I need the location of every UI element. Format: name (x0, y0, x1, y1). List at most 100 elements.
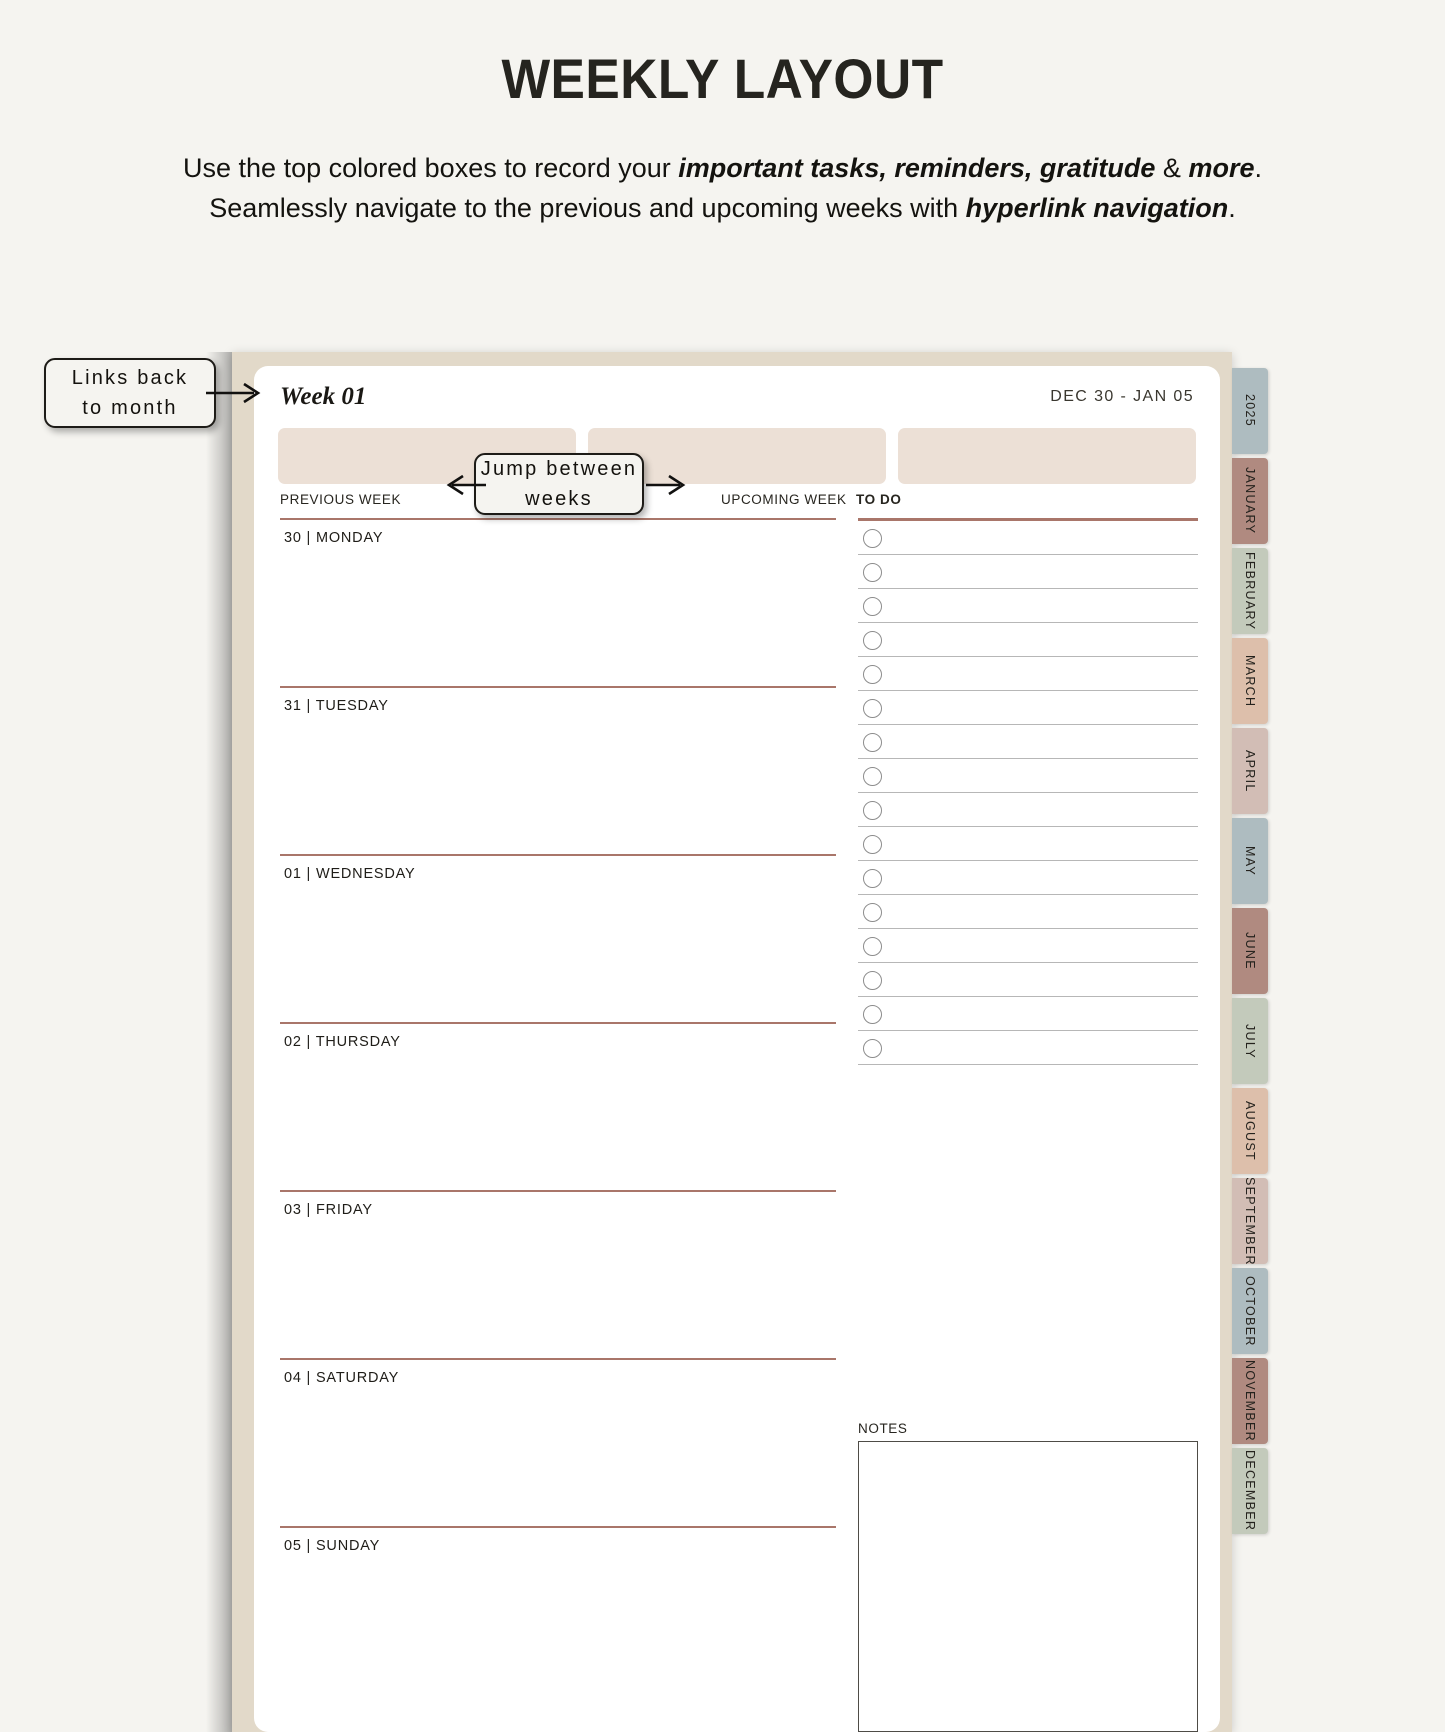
day-block[interactable]: 31 | TUESDAY (280, 686, 840, 854)
todo-checkbox-circle-icon[interactable] (863, 936, 882, 956)
callout-links-back-to-month: Links back to month (44, 358, 216, 428)
day-block[interactable]: 30 | MONDAY (280, 518, 840, 686)
todo-checkbox-circle-icon[interactable] (863, 528, 882, 548)
todo-row[interactable] (858, 589, 1198, 623)
month-tab-october[interactable]: OCTOBER (1232, 1268, 1268, 1354)
month-tab-label: JANUARY (1243, 467, 1257, 535)
month-tab-label: 2025 (1243, 394, 1257, 428)
todo-row[interactable] (858, 657, 1198, 691)
todo-checkbox-circle-icon[interactable] (863, 766, 882, 786)
callout-jump-between-weeks: Jump between weeks (474, 453, 644, 515)
month-tab-february[interactable]: FEBRUARY (1232, 548, 1268, 634)
month-tab-august[interactable]: AUGUST (1232, 1088, 1268, 1174)
page-title: WEEKLY LAYOUT (501, 47, 944, 110)
todo-list-column (858, 518, 1198, 1065)
month-tab-june[interactable]: JUNE (1232, 908, 1268, 994)
planner-header: Week 01 DEC 30 - JAN 05 (254, 366, 1220, 428)
todo-checkbox-circle-icon[interactable] (863, 868, 882, 888)
month-tab-label: MARCH (1243, 654, 1257, 708)
month-tab-july[interactable]: JULY (1232, 998, 1268, 1084)
month-tab-april[interactable]: APRIL (1232, 728, 1268, 814)
month-tab-december[interactable]: DECEMBER (1232, 1448, 1268, 1534)
todo-checkbox-circle-icon[interactable] (863, 1038, 882, 1058)
todo-row[interactable] (858, 691, 1198, 725)
day-label: 05 | SUNDAY (284, 1538, 381, 1554)
month-tab-label: NOVEMBER (1243, 1360, 1257, 1442)
subtitle-emphasis-2: more (1188, 153, 1255, 183)
week-date-range: DEC 30 - JAN 05 (1050, 388, 1194, 405)
todo-checkbox-circle-icon[interactable] (863, 902, 882, 922)
todo-row[interactable] (858, 963, 1198, 997)
month-tab-label: FEBRUARY (1243, 551, 1257, 631)
todo-row[interactable] (858, 521, 1198, 555)
subtitle-text-3: . (1254, 153, 1262, 183)
todo-row[interactable] (858, 997, 1198, 1031)
subtitle-text-4: Seamlessly navigate to the previous and … (209, 193, 966, 223)
todo-checkbox-circle-icon[interactable] (863, 1004, 882, 1024)
todo-checkbox-circle-icon[interactable] (863, 630, 882, 650)
month-tab-label: AUGUST (1243, 1101, 1257, 1161)
notes-box[interactable] (858, 1441, 1198, 1732)
todo-checkbox-circle-icon[interactable] (863, 732, 882, 752)
month-tabs-sidebar: 2025 JANUARY FEBRUARY MARCH APRIL MAY JUNE JULY… (1232, 368, 1268, 1538)
month-tab-label: JUNE (1243, 932, 1257, 970)
todo-row[interactable] (858, 759, 1198, 793)
arrow-previous-week-icon (446, 474, 486, 496)
todo-row[interactable] (858, 725, 1198, 759)
arrow-to-week-title-icon (206, 382, 261, 404)
arrow-upcoming-week-icon (646, 474, 686, 496)
day-block[interactable]: 02 | THURSDAY (280, 1022, 840, 1190)
todo-row[interactable] (858, 793, 1198, 827)
day-label: 03 | FRIDAY (284, 1202, 373, 1218)
weekly-layout-promo-page: WEEKLY LAYOUT Use the top colored boxes … (0, 0, 1445, 1732)
todo-checkbox-circle-icon[interactable] (863, 800, 882, 820)
month-tab-november[interactable]: NOVEMBER (1232, 1358, 1268, 1444)
todo-checkbox-circle-icon[interactable] (863, 664, 882, 684)
planner-page-inner: Week 01 DEC 30 - JAN 05 PREVIOUS WEEK UP… (254, 366, 1220, 1732)
todo-checkbox-circle-icon[interactable] (863, 970, 882, 990)
day-label: 04 | SATURDAY (284, 1370, 400, 1386)
notes-label: NOTES (858, 1421, 908, 1436)
todo-row[interactable] (858, 623, 1198, 657)
callout-line-2: weeks (525, 488, 593, 510)
todo-checkbox-circle-icon[interactable] (863, 596, 882, 616)
todo-checkbox-circle-icon[interactable] (863, 698, 882, 718)
page-subtitle: Use the top colored boxes to record your… (40, 148, 1405, 228)
colored-note-box-3[interactable] (898, 428, 1196, 484)
month-tab-label: APRIL (1243, 749, 1257, 793)
subtitle-text-1: Use the top colored boxes to record your (183, 153, 679, 183)
month-tab-2025[interactable]: 2025 (1232, 368, 1268, 454)
todo-row[interactable] (858, 1031, 1198, 1065)
todo-checkbox-circle-icon[interactable] (863, 834, 882, 854)
month-tab-label: MAY (1243, 845, 1257, 877)
todo-row[interactable] (858, 555, 1198, 589)
todo-checkbox-circle-icon[interactable] (863, 562, 882, 582)
day-block[interactable]: 04 | SATURDAY (280, 1358, 840, 1526)
week-navigation-row: PREVIOUS WEEK UPCOMING WEEK TO DO (278, 492, 1196, 514)
callout-line-2: to month (82, 397, 178, 419)
todo-row[interactable] (858, 827, 1198, 861)
planner-page: Week 01 DEC 30 - JAN 05 PREVIOUS WEEK UP… (232, 352, 1232, 1732)
month-tab-september[interactable]: SEPTEMBER (1232, 1178, 1268, 1264)
month-tab-label: JULY (1243, 1023, 1257, 1059)
previous-week-link[interactable]: PREVIOUS WEEK (280, 492, 401, 507)
day-block[interactable]: 03 | FRIDAY (280, 1190, 840, 1358)
todo-row[interactable] (858, 861, 1198, 895)
month-tab-march[interactable]: MARCH (1232, 638, 1268, 724)
month-tab-january[interactable]: JANUARY (1232, 458, 1268, 544)
upcoming-week-link[interactable]: UPCOMING WEEK (721, 492, 847, 507)
day-block[interactable]: 01 | WEDNESDAY (280, 854, 840, 1022)
todo-section-label: TO DO (856, 492, 902, 507)
callout-line-1: Jump between (480, 458, 638, 480)
month-tab-label: OCTOBER (1243, 1275, 1257, 1347)
day-label: 31 | TUESDAY (284, 698, 389, 714)
subtitle-emphasis-1: important tasks, reminders, gratitude (678, 153, 1156, 183)
subtitle-text-2: & (1155, 153, 1189, 183)
month-tab-may[interactable]: MAY (1232, 818, 1268, 904)
callout-line-1: Links back (71, 367, 189, 389)
todo-row[interactable] (858, 895, 1198, 929)
todo-row[interactable] (858, 929, 1198, 963)
week-title[interactable]: Week 01 (280, 383, 366, 411)
day-block[interactable]: 05 | SUNDAY (280, 1526, 840, 1694)
day-blocks-column: 30 | MONDAY 31 | TUESDAY 01 | WEDNESDAY 02 … (280, 518, 840, 1694)
